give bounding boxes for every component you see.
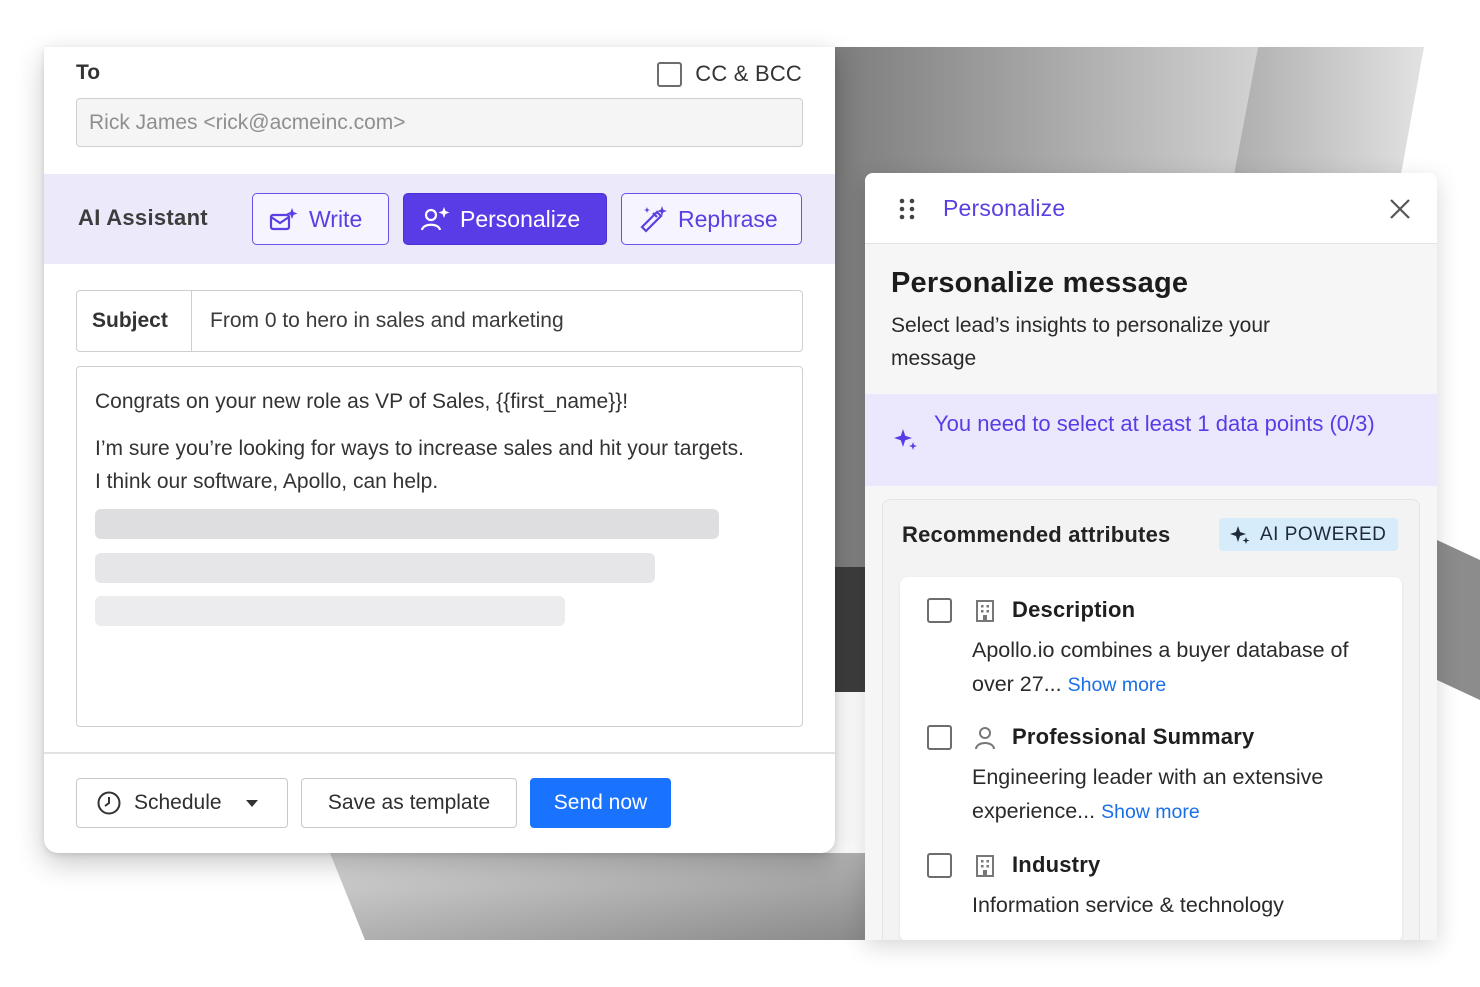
sparkle-icon — [894, 429, 917, 450]
recommended-attributes-card: Recommended attributes AI POWERED Descri… — [882, 499, 1420, 940]
personalize-button-label: Personalize — [460, 205, 581, 232]
ai-powered-label: AI POWERED — [1260, 523, 1387, 545]
attribute-text: Information service & technology — [972, 888, 1382, 922]
attribute-text: Engineering leader with an extensive exp… — [972, 760, 1382, 829]
body-line-greeting: Congrats on your new role as VP of Sales… — [95, 390, 629, 413]
cc-bcc-label: CC & BCC — [695, 61, 802, 86]
attribute-checkbox[interactable] — [927, 598, 952, 623]
write-button-label: Write — [309, 205, 363, 232]
subject-field[interactable]: Subject From 0 to hero in sales and mark… — [76, 290, 803, 352]
attribute-checkbox[interactable] — [927, 725, 952, 750]
send-now-button[interactable]: Send now — [530, 778, 671, 828]
save-as-template-button[interactable]: Save as template — [301, 778, 517, 828]
close-icon[interactable] — [1389, 198, 1411, 220]
panel-subtitle: Select lead’s insights to personalize yo… — [891, 314, 1270, 370]
attribute-checkbox[interactable] — [927, 853, 952, 878]
sparkle-icon — [1230, 525, 1250, 544]
personalize-button[interactable]: Personalize — [403, 193, 607, 245]
attribute-list: Description Apollo.io combines a buyer d… — [900, 577, 1402, 940]
schedule-button[interactable]: Schedule — [76, 778, 288, 828]
attribute-title: Industry — [1012, 852, 1101, 877]
building-icon — [976, 855, 994, 877]
loading-skeleton-line — [95, 596, 565, 626]
ai-powered-badge: AI POWERED — [1219, 518, 1399, 551]
show-more-link[interactable]: Show more — [1101, 801, 1200, 823]
alert-message: You need to select at least 1 data point… — [934, 411, 1375, 436]
person-icon — [975, 727, 995, 750]
attribute-title: Description — [1012, 597, 1136, 622]
attribute-text: Apollo.io combines a buyer database of o… — [972, 633, 1382, 702]
body-line-paragraph: I’m sure you’re looking for ways to incr… — [95, 437, 744, 493]
email-composer: To CC & BCC AI Assistant Write Personali… — [44, 47, 835, 853]
subject-input[interactable]: From 0 to hero in sales and marketing — [192, 291, 564, 351]
attribute-title: Professional Summary — [1012, 724, 1255, 749]
footer-divider — [44, 752, 835, 754]
ai-assistant-bar: AI Assistant Write Personalize Rephrase — [44, 174, 835, 264]
panel-tab-personalize: Personalize — [943, 195, 1066, 221]
schedule-button-label: Schedule — [134, 791, 222, 814]
chevron-down-icon — [245, 799, 258, 807]
envelope-sparkle-icon — [269, 208, 298, 231]
to-recipient-input[interactable] — [76, 98, 803, 147]
panel-header: Personalize — [865, 173, 1437, 244]
ai-assistant-label: AI Assistant — [78, 205, 208, 230]
panel-title: Personalize message — [891, 267, 1189, 299]
rephrase-button[interactable]: Rephrase — [621, 193, 802, 245]
recommended-attributes-title: Recommended attributes — [902, 522, 1171, 547]
loading-skeleton-line — [95, 509, 719, 539]
write-button[interactable]: Write — [252, 193, 389, 245]
cc-bcc-checkbox[interactable] — [657, 61, 683, 87]
drag-handle-icon[interactable] — [899, 198, 915, 220]
loading-skeleton-line — [95, 553, 655, 583]
building-icon — [976, 600, 994, 622]
cc-bcc-toggle[interactable]: CC & BCC — [657, 61, 802, 87]
subject-label: Subject — [77, 291, 192, 351]
clock-icon — [97, 791, 121, 815]
selection-alert: You need to select at least 1 data point… — [865, 394, 1437, 486]
personalize-panel: Personalize Personalize message Select l… — [865, 173, 1437, 940]
to-label: To — [76, 61, 101, 84]
attribute-text-value: Information service & technology — [972, 893, 1284, 917]
show-more-link[interactable]: Show more — [1068, 674, 1167, 696]
person-sparkle-icon — [420, 207, 450, 231]
rephrase-button-label: Rephrase — [678, 205, 778, 232]
message-body-editor[interactable]: Congrats on your new role as VP of Sales… — [76, 366, 803, 727]
magic-wand-icon — [640, 206, 667, 233]
